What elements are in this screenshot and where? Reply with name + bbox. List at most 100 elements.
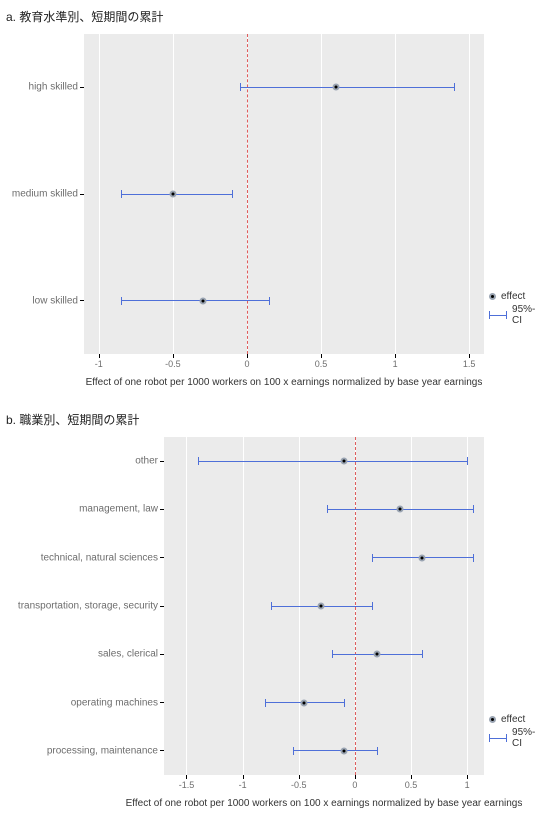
y-tick [160,509,164,510]
ci-bar [121,194,232,195]
ci-cap [473,505,474,513]
x-tick-label: 1.5 [463,359,476,369]
x-tick [243,775,244,779]
x-tick [395,354,396,358]
x-axis-title-b: Effect of one robot per 1000 workers on … [126,798,523,809]
y-tick [160,750,164,751]
point-icon [489,293,496,300]
ci-cap [232,190,233,198]
ci-cap [377,747,378,755]
legend-b: effect 95%-CI [489,712,539,751]
legend-ci-label: 95%-CI [512,304,539,326]
ci-cap [344,699,345,707]
legend-ci-label: 95%-CI [512,727,539,749]
x-tick [247,354,248,358]
ci-cap [467,457,468,465]
y-tick [80,300,84,301]
ci-cap [473,554,474,562]
ci-cap [293,747,294,755]
category-label: high skilled [29,82,84,93]
ci-bar [121,300,269,301]
ci-cap [240,83,241,91]
x-tick [355,775,356,779]
y-tick [160,461,164,462]
x-tick [467,775,468,779]
x-tick-label: -0.5 [291,780,307,790]
x-tick [469,354,470,358]
panel-a-title: a. 教育水準別、短期間の累計 [4,6,536,29]
ci-cap [422,650,423,658]
ci-bar [240,87,455,88]
point-icon [489,716,496,723]
category-label: operating machines [71,697,164,708]
legend-effect-b: effect [489,714,539,725]
page: a. 教育水準別、短期間の累計 high skilledmedium skill… [0,0,540,820]
effect-point [169,191,176,198]
x-tick [411,775,412,779]
x-tick [186,775,187,779]
x-tick-label: 0.5 [315,359,328,369]
plot-area-b: othermanagement, lawtechnical, natural s… [164,437,484,775]
category-label: sales, clerical [98,649,164,660]
x-tick-label: -1.5 [179,780,195,790]
ci-cap [265,699,266,707]
x-tick [321,354,322,358]
effect-point [332,84,339,91]
plot-area-a: high skilledmedium skilledlow skilled [84,34,484,354]
effect-point [419,554,426,561]
effect-point [374,651,381,658]
x-tick-label: -0.5 [165,359,181,369]
legend-a: effect 95%-CI [489,289,539,328]
y-tick [160,606,164,607]
effect-point [340,458,347,465]
y-tick [160,557,164,558]
effect-point [199,297,206,304]
legend-effect-a: effect [489,291,539,302]
x-tick-label: 1 [393,359,398,369]
ci-cap [271,602,272,610]
x-axis-title-a: Effect of one robot per 1000 workers on … [86,377,483,388]
y-tick [160,654,164,655]
gridline [99,34,100,354]
category-label: management, law [79,504,164,515]
ci-cap [198,457,199,465]
legend-ci-a: 95%-CI [489,304,539,326]
category-label: low skilled [32,295,84,306]
ci-cap [372,554,373,562]
ci-cap [327,505,328,513]
gridline [411,437,412,775]
x-tick-label: 1 [465,780,470,790]
effect-point [340,747,347,754]
ci-bar [293,750,377,751]
ci-cap [332,650,333,658]
errorbar-icon [489,738,507,739]
gridline [321,34,322,354]
effect-point [396,506,403,513]
chart-occupation: othermanagement, lawtechnical, natural s… [4,432,534,824]
category-label: processing, maintenance [47,745,164,756]
y-tick [80,87,84,88]
gridline [469,34,470,354]
panel-b-title: b. 職業別、短期間の累計 [4,409,536,432]
x-tick [299,775,300,779]
gridline [186,437,187,775]
ci-cap [372,602,373,610]
category-label: technical, natural sciences [41,552,164,563]
gridline [467,437,468,775]
reference-line [247,34,248,354]
y-tick [80,194,84,195]
ci-bar [198,461,467,462]
ci-cap [121,190,122,198]
y-tick [160,702,164,703]
x-tick-label: -1 [95,359,103,369]
effect-point [318,603,325,610]
x-tick-label: 0.5 [405,780,418,790]
ci-cap [269,297,270,305]
legend-ci-b: 95%-CI [489,727,539,749]
legend-effect-label: effect [501,714,525,725]
effect-point [301,699,308,706]
ci-cap [454,83,455,91]
chart-education: high skilledmedium skilledlow skilled -1… [4,29,534,399]
ci-cap [121,297,122,305]
category-label: medium skilled [12,189,84,200]
